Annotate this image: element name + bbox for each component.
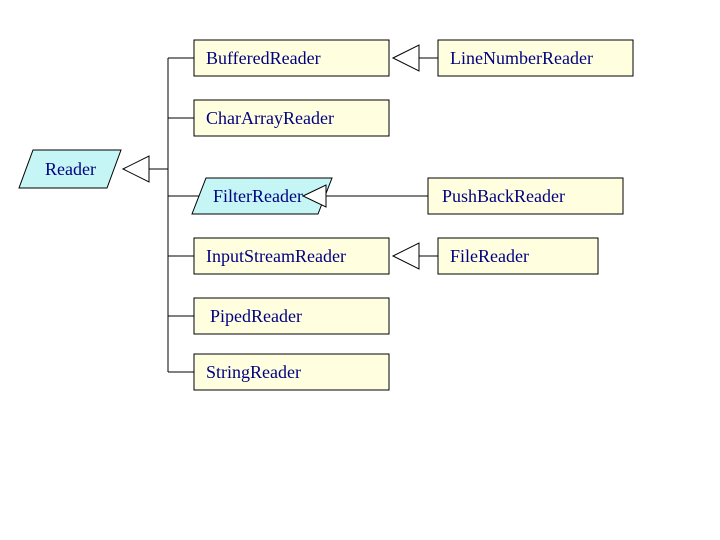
label-bufferedreader: BufferedReader <box>206 48 321 68</box>
label-pushbackreader: PushBackReader <box>442 186 565 206</box>
label-chararrayreader: CharArrayReader <box>206 108 334 128</box>
label-linenumberreader: LineNumberReader <box>450 48 593 68</box>
label-reader: Reader <box>45 159 96 179</box>
label-filereader: FileReader <box>450 246 529 266</box>
label-inputstreamreader: InputStreamReader <box>206 246 346 266</box>
arrowhead-to-inputstreamreader <box>393 243 419 269</box>
label-stringreader: StringReader <box>206 362 301 382</box>
arrowhead-to-reader <box>123 156 149 182</box>
label-pipedreader: PipedReader <box>210 306 302 326</box>
label-filterreader: FilterReader <box>213 186 303 206</box>
arrowhead-to-bufferedreader <box>393 45 419 71</box>
reader-hierarchy-diagram: Reader BufferedReader LineNumberReader C… <box>0 0 720 540</box>
